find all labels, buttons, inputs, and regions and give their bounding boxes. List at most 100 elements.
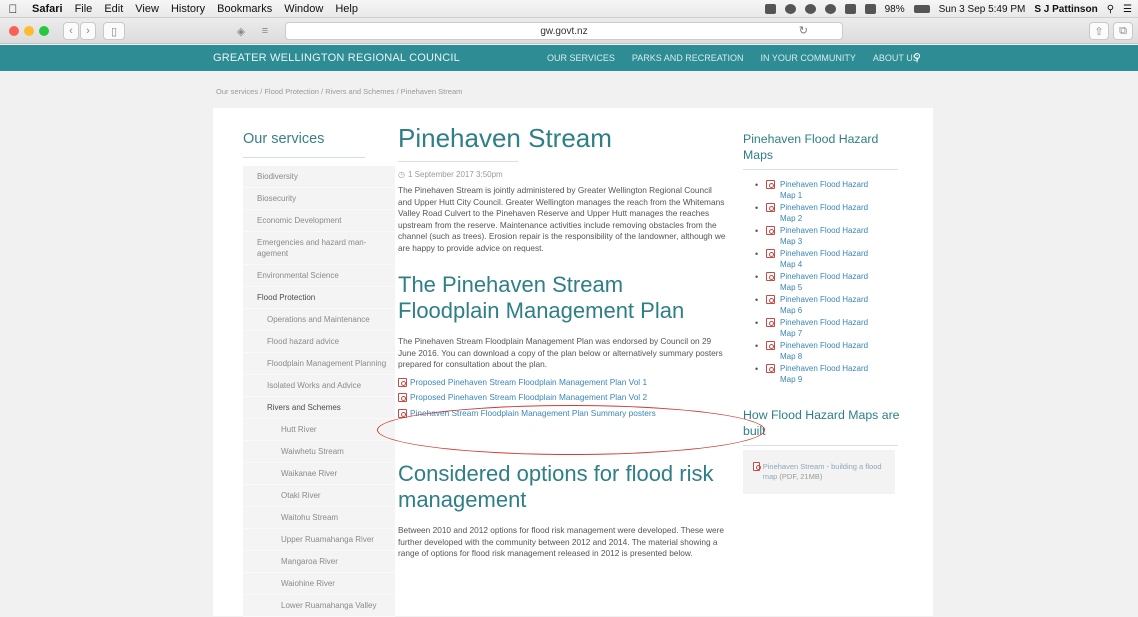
bullet: • [755,203,759,213]
pdf-icon [753,462,761,471]
sidebar-item[interactable]: Rivers and Schemes [243,397,395,419]
reload-icon[interactable]: ↻ [799,24,808,37]
breadcrumb[interactable]: Our services / Flood Protection / Rivers… [216,87,462,96]
page-title: Pinehaven Stream [398,123,612,153]
window-controls [9,26,49,36]
sidebar-item[interactable]: Operations and Maintenance [243,309,395,331]
sidebar-item[interactable]: Lower Ruamahanga Valley [243,595,395,617]
zoom-window-button[interactable] [39,26,49,36]
flood-map-list-item[interactable]: • Pinehaven Flood Hazard Map 7 [755,318,903,339]
flood-map-link[interactable]: Pinehaven Flood Hazard Map 7 [780,318,880,339]
bullet: • [755,318,759,328]
time-machine-icon[interactable] [804,4,816,14]
sidebar-item[interactable]: Mangaroa River [243,551,395,573]
sidebar-item[interactable]: Otaki River [243,485,395,507]
flood-map-list-item[interactable]: • Pinehaven Flood Hazard Map 1 [755,180,903,201]
pdf-icon [398,377,407,387]
flood-map-link[interactable]: Pinehaven Flood Hazard Map 1 [780,180,880,201]
plan-vol1-link[interactable]: Proposed Pinehaven Stream Floodplain Man… [398,375,728,391]
sync-status-icon[interactable] [784,4,796,14]
clock[interactable]: Sun 3 Sep 5:49 PM [939,4,1026,15]
flood-map-pdf-link[interactable]: Pinehaven Stream - building a flood map … [763,462,885,482]
menu-window[interactable]: Window [278,3,329,15]
battery-icon[interactable] [913,5,930,13]
sidebar-item[interactable]: Waikanae River [243,463,395,485]
flood-map-list-item[interactable]: • Pinehaven Flood Hazard Map 5 [755,272,903,293]
sidebar-item[interactable]: Emergencies and hazard man-agement [243,232,395,265]
user-name[interactable]: S J Pattinson [1034,4,1097,15]
flood-map-link[interactable]: Pinehaven Flood Hazard Map 2 [780,203,880,224]
sidebar-item[interactable]: Isolated Works and Advice [243,375,395,397]
plan-vol2-link-text[interactable]: Proposed Pinehaven Stream Floodplain Man… [410,390,647,406]
flood-map-link[interactable]: Pinehaven Flood Hazard Map 4 [780,249,880,270]
airplay-icon[interactable] [844,4,856,14]
site-logo-text[interactable]: GREATER WELLINGTON REGIONAL COUNCIL [213,52,460,64]
plan-vol2-link[interactable]: Proposed Pinehaven Stream Floodplain Man… [398,390,728,406]
sidebar-item[interactable]: Waiwhetu Stream [243,441,395,463]
menu-file[interactable]: File [69,3,99,15]
nav-about-us[interactable]: ABOUT US [873,53,919,63]
nav-parks-and-recreation[interactable]: PARKS AND RECREATION [632,53,744,63]
pdf-icon [766,180,775,189]
close-window-button[interactable] [9,26,19,36]
menu-help[interactable]: Help [329,3,364,15]
how-maps-built-section: How Flood Hazard Maps are built Pinehave… [743,407,903,494]
flood-map-link[interactable]: Pinehaven Flood Hazard Map 3 [780,226,880,247]
flood-map-list-item[interactable]: • Pinehaven Flood Hazard Map 6 [755,295,903,316]
clock-icon: ◷ [398,170,405,179]
sidebar-item[interactable]: Economic Development [243,210,395,232]
tabs-overview-button[interactable]: ⧉ [1113,22,1133,40]
flood-map-link[interactable]: Pinehaven Flood Hazard Map 5 [780,272,880,293]
how-maps-built-box: Pinehaven Stream - building a flood map … [743,450,895,494]
flood-map-list-item[interactable]: • Pinehaven Flood Hazard Map 9 [755,364,903,385]
sidebar-item[interactable]: Flood hazard advice [243,331,395,353]
menu-edit[interactable]: Edit [98,3,129,15]
how-maps-built-heading: How Flood Hazard Maps are built [743,408,900,438]
pdf-icon [766,203,775,212]
how-maps-built-divider [743,445,898,446]
minimize-window-button[interactable] [24,26,34,36]
address-bar[interactable]: gw.govt.nz ↻ [285,22,843,40]
privacy-icon[interactable]: ◈ [230,22,252,40]
sidebar-item[interactable]: Waiohine River [243,573,395,595]
sidebar-item[interactable]: Biodiversity [243,166,395,188]
plan-vol1-link-text[interactable]: Proposed Pinehaven Stream Floodplain Man… [410,375,647,391]
notification-center-icon[interactable]: ☰ [1123,4,1132,15]
forward-button[interactable]: › [80,22,96,40]
volume-icon[interactable] [864,4,876,14]
flood-map-list-item[interactable]: • Pinehaven Flood Hazard Map 3 [755,226,903,247]
nav-our-services[interactable]: OUR SERVICES [547,53,615,63]
search-icon[interactable]: ⚲ [913,51,921,64]
reader-icon[interactable]: ≡ [255,22,275,40]
flood-map-link[interactable]: Pinehaven Flood Hazard Map 9 [780,364,880,385]
menu-view[interactable]: View [129,3,165,15]
spotlight-icon[interactable]: ⚲ [1107,4,1114,15]
menu-safari[interactable]: Safari [26,3,69,15]
nav-in-your-community[interactable]: IN YOUR COMMUNITY [761,53,856,63]
menu-bookmarks[interactable]: Bookmarks [211,3,278,15]
publish-date: ◷ 1 September 2017 3:50pm [398,170,728,179]
flood-map-list-item[interactable]: • Pinehaven Flood Hazard Map 8 [755,341,903,362]
sidebar-item[interactable]: Floodplain Management Planning [243,353,395,375]
sidebar-toggle-icon[interactable]: ▯ [103,22,125,40]
apple-menu-icon[interactable]:  [0,2,26,16]
flood-map-link[interactable]: Pinehaven Flood Hazard Map 8 [780,341,880,362]
flood-map-link[interactable]: Pinehaven Flood Hazard Map 6 [780,295,880,316]
bullet: • [755,249,759,259]
menu-history[interactable]: History [165,3,211,15]
sidebar-item[interactable]: Environmental Science [243,265,395,287]
app-status-icon[interactable] [764,4,776,14]
flood-map-list-item[interactable]: • Pinehaven Flood Hazard Map 4 [755,249,903,270]
title-divider [398,161,518,162]
wifi-icon[interactable] [824,4,836,14]
back-button[interactable]: ‹ [63,22,79,40]
sidebar-item[interactable]: Biosecurity [243,188,395,210]
sidebar-item[interactable]: Hutt River [243,419,395,441]
sidebar-item[interactable]: Upper Ruamahanga River [243,529,395,551]
flood-map-list-item[interactable]: • Pinehaven Flood Hazard Map 2 [755,203,903,224]
share-button[interactable]: ⇧ [1089,22,1109,40]
sidebar-item[interactable]: Waitohu Stream [243,507,395,529]
site-header: GREATER WELLINGTON REGIONAL COUNCIL OUR … [0,45,1138,71]
sidebar-item[interactable]: Flood Protection [243,287,395,309]
battery-percentage[interactable]: 98% [885,4,905,15]
